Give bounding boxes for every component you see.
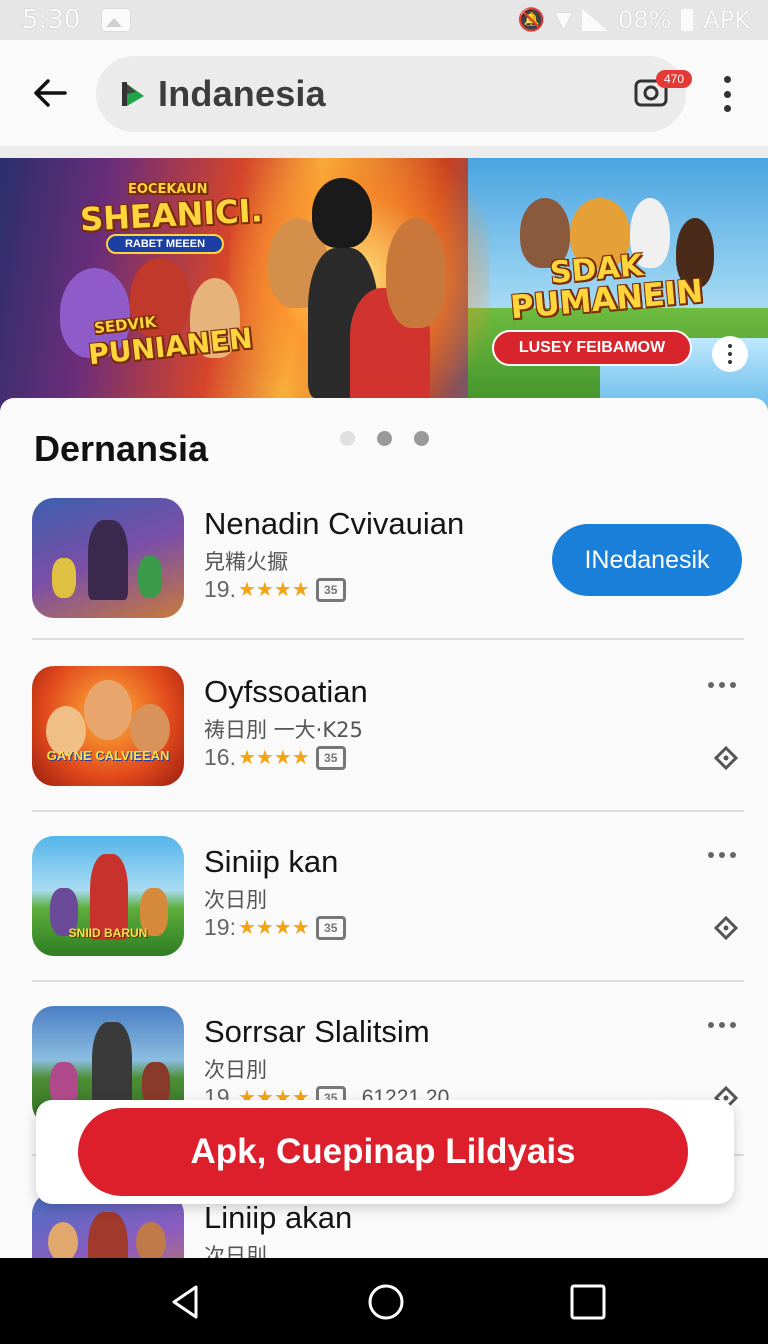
banner-character bbox=[312, 178, 372, 248]
row-divider bbox=[32, 980, 744, 982]
banner-more-button[interactable] bbox=[712, 336, 748, 372]
nav-back-icon[interactable] bbox=[166, 1282, 206, 1322]
dot-icon bbox=[723, 105, 731, 112]
tag-icon[interactable] bbox=[714, 746, 738, 770]
download-apk-button[interactable]: Apk, Cuepinap Lildyais bbox=[78, 1108, 688, 1196]
dot-icon bbox=[719, 1022, 725, 1028]
star-icons: ★★★★ bbox=[237, 579, 310, 601]
tag-icon[interactable] bbox=[714, 916, 738, 940]
app-icon: GAYNE CALVIEEAN bbox=[32, 666, 184, 786]
app-icon-text: SNIID BARUN bbox=[68, 926, 148, 940]
camera-badge: 470 bbox=[656, 70, 692, 88]
dot-icon bbox=[719, 682, 725, 688]
section-title: Dernansia bbox=[34, 428, 209, 469]
app-icon: SNIID BARUN bbox=[32, 836, 184, 956]
arrow-left-icon bbox=[34, 79, 67, 107]
page-dot bbox=[340, 431, 355, 446]
app-subtitle: 皃糒火擫 bbox=[204, 550, 288, 574]
battery-percent: 08% bbox=[618, 6, 672, 34]
row-divider bbox=[32, 638, 744, 640]
more-options-button[interactable] bbox=[712, 72, 742, 116]
dot-icon bbox=[730, 1022, 736, 1028]
rating-value: 16. bbox=[204, 744, 236, 770]
banner-pill: RABET MEEEN bbox=[106, 234, 224, 254]
carousel-indicator bbox=[340, 431, 429, 446]
dot-icon bbox=[728, 352, 732, 356]
row-divider bbox=[32, 810, 744, 812]
app-name: Nenadin Cvivauian bbox=[204, 506, 465, 541]
dot-icon bbox=[723, 76, 731, 83]
status-bar: 5:30 🔕 ▼ 08% APK bbox=[0, 0, 768, 40]
app-bar: Indanesia 470 bbox=[0, 40, 768, 146]
item-more-button[interactable] bbox=[708, 682, 736, 688]
app-subtitle: 次日刖 bbox=[204, 1244, 267, 1258]
nav-recents-icon[interactable] bbox=[568, 1282, 608, 1322]
app-name: Oyfssoatian bbox=[204, 674, 368, 709]
item-more-button[interactable] bbox=[708, 852, 736, 858]
rating-value: 19. bbox=[204, 576, 236, 602]
dot-icon bbox=[708, 852, 714, 858]
banner-cta-button[interactable]: LUSEY FEIBAMOW bbox=[492, 330, 692, 366]
mute-icon: 🔕 bbox=[517, 7, 546, 33]
age-rating-badge: 35 bbox=[315, 577, 346, 602]
app-icon bbox=[32, 498, 184, 618]
rating-value: 19: bbox=[204, 914, 236, 940]
app-subtitle: 祷日刖 一大·K25 bbox=[204, 718, 363, 742]
install-button[interactable]: INedanesik bbox=[552, 524, 742, 596]
banner-character bbox=[386, 218, 446, 328]
search-text: Indanesia bbox=[158, 73, 326, 114]
store-logo-icon bbox=[122, 82, 144, 106]
app-rating: 19. ★★★★ 35 bbox=[204, 576, 346, 603]
dot-icon bbox=[723, 90, 731, 98]
app-rating: 19: ★★★★ 35 bbox=[204, 914, 346, 941]
app-name: Liniip akan bbox=[204, 1200, 353, 1235]
system-navigation-bar bbox=[0, 1258, 768, 1344]
age-rating-badge: 35 bbox=[315, 915, 346, 940]
app-icon-text: GAYNE CALVIEEAN bbox=[46, 748, 170, 763]
dot-icon bbox=[719, 852, 725, 858]
dot-icon bbox=[728, 344, 732, 348]
app-subtitle: 次日刖 bbox=[204, 888, 267, 912]
status-time: 5:30 bbox=[22, 5, 81, 35]
dot-icon bbox=[728, 360, 732, 364]
item-more-button[interactable] bbox=[708, 1022, 736, 1028]
page-dot-active bbox=[414, 431, 429, 446]
search-bar[interactable]: Indanesia bbox=[96, 56, 686, 132]
app-list-item[interactable]: Nenadin Cvivauian 皃糒火擫 19. ★★★★ 35 INeda… bbox=[0, 498, 768, 668]
app-rating: 16. ★★★★ 35 bbox=[204, 744, 346, 771]
star-icons: ★★★★ bbox=[237, 747, 310, 769]
age-rating-badge: 35 bbox=[315, 745, 346, 770]
dot-icon bbox=[730, 682, 736, 688]
app-subtitle: 次日刖 bbox=[204, 1058, 267, 1082]
floating-cta-card: Apk, Cuepinap Lildyais bbox=[36, 1100, 734, 1204]
dot-icon bbox=[708, 682, 714, 688]
carrier-label: APK bbox=[703, 6, 750, 34]
dot-icon bbox=[708, 1022, 714, 1028]
dot-icon bbox=[730, 852, 736, 858]
app-name: Siniip kan bbox=[204, 844, 339, 879]
page-dot bbox=[377, 431, 392, 446]
wifi-icon: ▼ bbox=[555, 7, 573, 33]
star-icons: ★★★★ bbox=[237, 917, 310, 939]
battery-icon bbox=[681, 9, 694, 31]
gallery-notification-icon bbox=[102, 9, 131, 31]
app-name: Sorrsar Slalitsim bbox=[204, 1014, 430, 1049]
back-button[interactable] bbox=[20, 63, 80, 123]
promo-banner[interactable]: EOCEKAUN SHEANICI. RABET MEEEN SEDVIK PU… bbox=[0, 158, 768, 418]
signal-icon bbox=[582, 9, 609, 31]
nav-home-icon[interactable] bbox=[366, 1282, 406, 1322]
